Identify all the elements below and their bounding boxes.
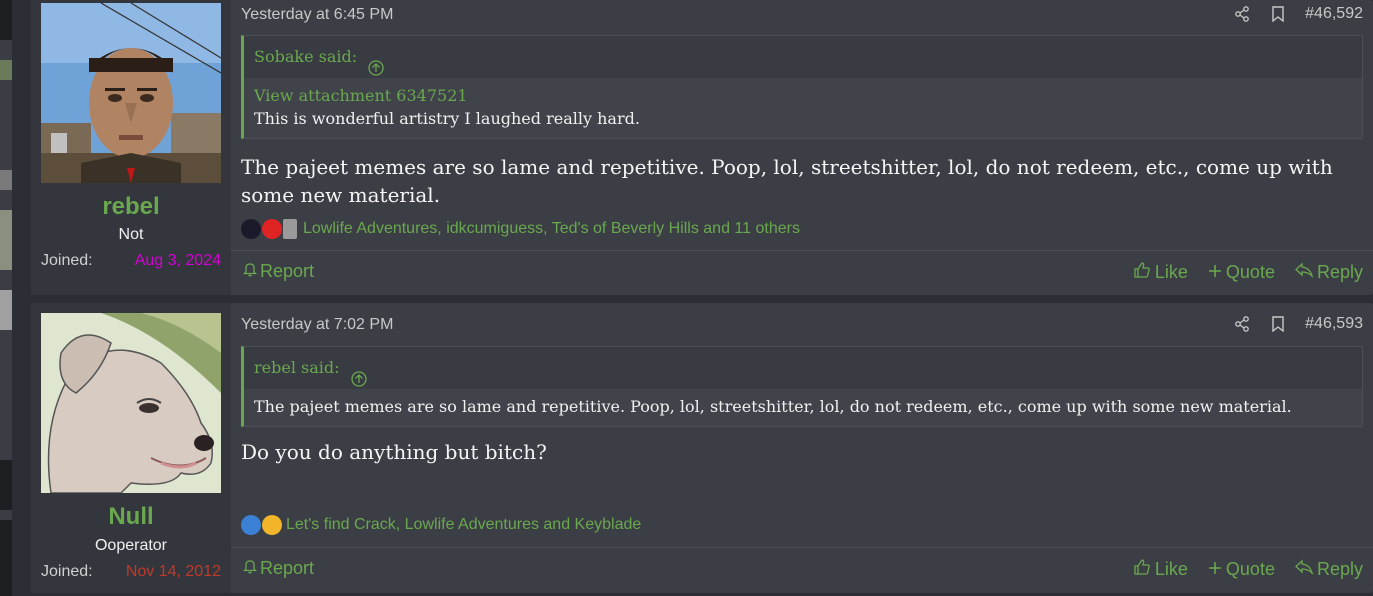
reply-label: Reply bbox=[1316, 262, 1363, 282]
user-title: Ooperator bbox=[94, 537, 168, 554]
quote-label: Quote bbox=[1225, 262, 1275, 282]
avatar[interactable] bbox=[41, 3, 221, 183]
post-footer: Report Like Quote Reply bbox=[231, 547, 1373, 592]
quote-header[interactable]: rebel said: bbox=[244, 347, 1362, 389]
like-label: Like bbox=[1154, 559, 1188, 579]
post-main: Yesterday at 6:45 PM #46,592 Sobake said… bbox=[231, 0, 1373, 295]
report-button[interactable]: Report bbox=[242, 261, 315, 282]
like-reaction-icon bbox=[241, 515, 261, 535]
post-footer: Report Like Quote Reply bbox=[231, 250, 1373, 295]
joined-label: Joined: bbox=[41, 252, 93, 269]
reactions-bar[interactable]: Lowlife Adventures, idkcumiguess, Ted's … bbox=[241, 219, 800, 239]
post-timestamp[interactable]: Yesterday at 7:02 PM bbox=[241, 316, 393, 334]
avatar[interactable] bbox=[41, 313, 221, 493]
bookmark-icon[interactable] bbox=[1269, 5, 1287, 23]
reply-button[interactable]: Reply bbox=[1295, 261, 1363, 284]
like-label: Like bbox=[1154, 262, 1188, 282]
reactions-bar[interactable]: Let's find Crack, Lowlife Adventures and… bbox=[241, 515, 641, 535]
like-button[interactable]: Like bbox=[1133, 558, 1188, 581]
arrow-up-circle-icon[interactable] bbox=[368, 50, 384, 76]
quote-author[interactable]: rebel said: bbox=[254, 358, 340, 377]
thumbs-up-icon bbox=[1133, 558, 1151, 581]
joined-date: Nov 14, 2012 bbox=[125, 563, 221, 580]
joined-date: Aug 3, 2024 bbox=[134, 252, 221, 269]
report-button[interactable]: Report bbox=[242, 558, 315, 579]
post-timestamp[interactable]: Yesterday at 6:45 PM bbox=[241, 6, 393, 24]
post-actions: Like Quote Reply bbox=[1133, 558, 1363, 581]
paper-reaction-icon bbox=[283, 219, 297, 239]
post-number[interactable]: #46,593 bbox=[1305, 315, 1363, 333]
reply-icon bbox=[1295, 262, 1314, 283]
forum-post: Null Ooperator Joined: Nov 14, 2012 Yest… bbox=[31, 303, 1373, 593]
plus-icon bbox=[1208, 559, 1222, 580]
quote-header[interactable]: Sobake said: bbox=[244, 36, 1362, 78]
tophat-reaction-icon bbox=[241, 219, 261, 239]
attachment-link[interactable]: View attachment 6347521 bbox=[254, 86, 1352, 105]
quote-label: Quote bbox=[1225, 559, 1275, 579]
bell-icon bbox=[242, 558, 258, 579]
reply-label: Reply bbox=[1316, 559, 1363, 579]
username[interactable]: Null bbox=[31, 503, 231, 531]
reactions-list[interactable]: Let's find Crack, Lowlife Adventures and… bbox=[286, 516, 641, 534]
share-icon[interactable] bbox=[1233, 315, 1251, 333]
cross-reaction-icon bbox=[262, 219, 282, 239]
user-title: Not bbox=[118, 226, 144, 243]
post-message: Do you do anything but bitch? bbox=[241, 440, 547, 464]
quote-block: rebel said: The pajeet memes are so lame… bbox=[241, 346, 1363, 427]
user-cell: rebel Not Joined: Aug 3, 2024 bbox=[31, 0, 231, 295]
report-label: Report bbox=[260, 558, 315, 578]
quote-text: This is wonderful artistry I laughed rea… bbox=[254, 109, 640, 128]
quote-block: Sobake said: View attachment 6347521 Thi… bbox=[241, 35, 1363, 139]
background-page-edge bbox=[0, 0, 12, 596]
post-actions: Like Quote Reply bbox=[1133, 261, 1363, 284]
username[interactable]: rebel bbox=[31, 193, 231, 221]
bell-icon bbox=[242, 261, 258, 282]
thumbs-up-icon bbox=[1133, 261, 1151, 284]
quote-author[interactable]: Sobake said: bbox=[254, 47, 357, 66]
report-label: Report bbox=[260, 261, 315, 281]
bookmark-icon[interactable] bbox=[1269, 315, 1287, 333]
reply-icon bbox=[1295, 559, 1314, 580]
plus-icon bbox=[1208, 262, 1222, 283]
share-icon[interactable] bbox=[1233, 5, 1251, 23]
post-main: Yesterday at 7:02 PM #46,593 rebel said:… bbox=[231, 303, 1373, 593]
like-button[interactable]: Like bbox=[1133, 261, 1188, 284]
post-message: The pajeet memes are so lame and repetit… bbox=[241, 155, 1333, 207]
forum-post: rebel Not Joined: Aug 3, 2024 Yesterday … bbox=[31, 0, 1373, 295]
thinking-reaction-icon bbox=[262, 515, 282, 535]
joined-label: Joined: bbox=[41, 563, 93, 580]
reactions-list[interactable]: Lowlife Adventures, idkcumiguess, Ted's … bbox=[303, 220, 800, 238]
reply-button[interactable]: Reply bbox=[1295, 558, 1363, 581]
quote-body: View attachment 6347521 This is wonderfu… bbox=[244, 78, 1362, 138]
quote-button[interactable]: Quote bbox=[1208, 558, 1275, 581]
post-meta-actions: #46,592 bbox=[1233, 5, 1363, 23]
quote-text: The pajeet memes are so lame and repetit… bbox=[254, 397, 1292, 416]
quote-button[interactable]: Quote bbox=[1208, 261, 1275, 284]
quote-body: The pajeet memes are so lame and repetit… bbox=[244, 389, 1362, 426]
post-meta-actions: #46,593 bbox=[1233, 315, 1363, 333]
arrow-up-circle-icon[interactable] bbox=[350, 361, 367, 387]
user-cell: Null Ooperator Joined: Nov 14, 2012 bbox=[31, 303, 231, 593]
post-number[interactable]: #46,592 bbox=[1305, 5, 1363, 23]
